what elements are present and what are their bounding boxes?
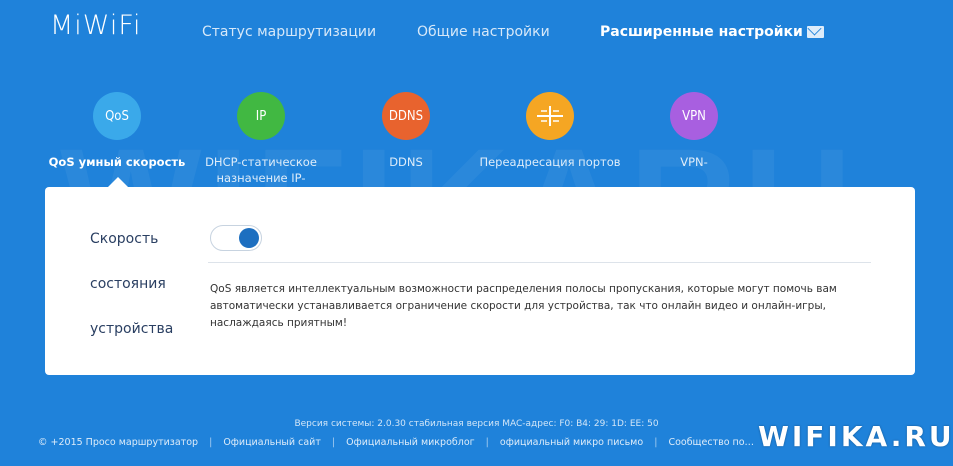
qos-icon: QoS — [93, 92, 141, 140]
feature-vpn[interactable]: VPN VPN- — [614, 92, 774, 170]
link-official-micro-letter[interactable]: официальный микро письмо — [500, 437, 643, 448]
logo: MiWiFi — [50, 10, 142, 41]
port-forward-icon — [526, 92, 574, 140]
sidebar-item-status[interactable]: состояния — [90, 276, 166, 292]
sidebar-item-devices[interactable]: устройства — [90, 321, 173, 337]
port-forward-glyph — [537, 106, 563, 126]
divider — [208, 262, 871, 263]
ddns-icon: DDNS — [382, 92, 430, 140]
feature-ddns-label: DDNS — [389, 155, 423, 169]
feature-port-forwarding-label: Переадресация портов — [479, 155, 621, 169]
nav-routing-status[interactable]: Статус маршрутизации — [202, 24, 376, 40]
link-official-site[interactable]: Официальный сайт — [223, 437, 321, 448]
nav-advanced-settings-label: Расширенные настройки — [600, 24, 803, 40]
link-community[interactable]: Сообщество по… — [668, 437, 754, 448]
feature-qos-label: QoS умный скорость — [48, 155, 186, 169]
mail-icon[interactable] — [806, 26, 824, 38]
qos-panel: Скорость состояния устройства QoS являет… — [45, 187, 915, 375]
qos-toggle[interactable] — [210, 225, 262, 251]
nav-general-settings[interactable]: Общие настройки — [417, 24, 550, 40]
feature-dhcp-label: DHCP-статическое назначение IP- — [205, 155, 317, 185]
watermark-logo: WIFIKA.RU — [758, 420, 953, 453]
feature-dhcp-static-ip[interactable]: IP DHCP-статическое назначение IP- — [181, 92, 341, 186]
active-tab-pointer — [108, 177, 128, 187]
link-official-microblog[interactable]: Официальный микроблог — [346, 437, 474, 448]
qos-description: QoS является интеллектуальным возможност… — [210, 283, 837, 329]
ip-icon: IP — [237, 92, 285, 140]
footer-separator: | — [485, 437, 489, 448]
footer-separator: | — [331, 437, 336, 448]
feature-ddns[interactable]: DDNS DDNS — [326, 92, 486, 170]
qos-toggle-knob — [239, 228, 259, 248]
feature-qos[interactable]: QoS QoS умный скорость — [37, 92, 197, 170]
sidebar-item-speed[interactable]: Скорость — [90, 231, 158, 247]
copyright: © +2015 Просо маршрутизатор — [38, 437, 199, 448]
footer-links: © +2015 Просо маршрутизатор | Официальны… — [38, 437, 762, 448]
feature-port-forwarding[interactable]: Переадресация портов — [470, 92, 630, 170]
nav-advanced-settings[interactable]: Расширенные настройки — [600, 24, 824, 40]
feature-vpn-label: VPN- — [680, 155, 708, 169]
footer-separator: | — [209, 437, 213, 448]
footer-separator: | — [654, 437, 658, 448]
vpn-icon: VPN — [670, 92, 718, 140]
